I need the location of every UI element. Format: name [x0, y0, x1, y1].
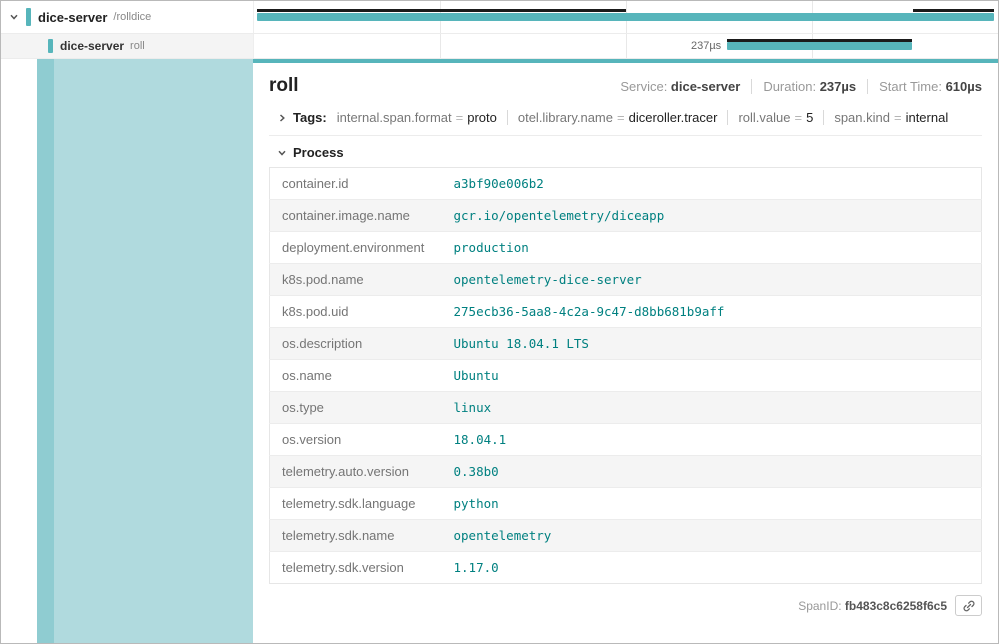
- span-overview: Service: dice-server Duration: 237µs Start…: [620, 79, 982, 94]
- process-key: os.version: [270, 424, 442, 456]
- span-id-label: SpanID:: [798, 599, 841, 613]
- process-row[interactable]: container.image.namegcr.io/opentelemetry…: [270, 200, 982, 232]
- process-label: Process: [293, 145, 344, 160]
- process-value: 0.38b0: [442, 456, 982, 488]
- link-icon: [962, 599, 976, 613]
- process-value: gcr.io/opentelemetry/diceapp: [442, 200, 982, 232]
- process-row[interactable]: deployment.environmentproduction: [270, 232, 982, 264]
- process-value: opentelemetry-dice-server: [442, 264, 982, 296]
- span-id-value: fb483c8c6258f6c5: [845, 599, 947, 613]
- span-duration-label: 237µs: [691, 40, 727, 52]
- process-key: telemetry.sdk.language: [270, 488, 442, 520]
- tag-item: otel.library.name=diceroller.tracer: [507, 110, 718, 125]
- process-value: production: [442, 232, 982, 264]
- span-detail-panel: roll Service: dice-server Duration: 237µs…: [253, 59, 998, 643]
- process-key: deployment.environment: [270, 232, 442, 264]
- deep-link-button[interactable]: [955, 595, 982, 616]
- process-row[interactable]: os.typelinux: [270, 392, 982, 424]
- span-tree-cell-roll[interactable]: dice-server roll: [1, 34, 253, 58]
- span-bar[interactable]: [257, 13, 994, 21]
- tags-summary: internal.span.format=proto otel.library.n…: [337, 110, 949, 125]
- service-name: dice-server: [60, 39, 124, 53]
- process-row[interactable]: k8s.pod.uid275ecb36-5aa8-4c2a-9c47-d8bb6…: [270, 296, 982, 328]
- timeline-gridline: [440, 34, 441, 58]
- critical-path-segment: [913, 9, 994, 12]
- process-key: telemetry.sdk.name: [270, 520, 442, 552]
- timeline-row-roll[interactable]: 237µs: [253, 34, 998, 58]
- tag-item: internal.span.format=proto: [337, 110, 497, 125]
- span-accent-strip: [37, 59, 54, 643]
- operation-name: /rolldice: [113, 11, 151, 23]
- span-detail-indent: [1, 59, 253, 643]
- process-value: 275ecb36-5aa8-4c2a-9c47-d8bb681b9aff: [442, 296, 982, 328]
- timeline-gridline: [626, 34, 627, 58]
- critical-path-segment: [727, 39, 912, 42]
- overview-item: Service: dice-server: [620, 79, 740, 94]
- process-key: os.name: [270, 360, 442, 392]
- trace-timeline-view: dice-server /rolldice dice-server roll 2…: [0, 0, 999, 644]
- process-row[interactable]: os.nameUbuntu: [270, 360, 982, 392]
- timeline-row-rolldice[interactable]: [253, 1, 998, 33]
- span-detail-header: roll Service: dice-server Duration: 237µs…: [269, 75, 982, 97]
- span-title: roll: [269, 75, 299, 97]
- process-row[interactable]: container.ida3bf90e006b2: [270, 168, 982, 200]
- process-key: os.type: [270, 392, 442, 424]
- process-row[interactable]: telemetry.auto.version0.38b0: [270, 456, 982, 488]
- service-name: dice-server: [38, 10, 107, 25]
- operation-name: roll: [130, 40, 145, 52]
- tag-item: span.kind=internal: [823, 110, 948, 125]
- span-color-strip: [26, 8, 31, 26]
- process-value: 18.04.1: [442, 424, 982, 456]
- process-key: k8s.pod.uid: [270, 296, 442, 328]
- process-key: telemetry.auto.version: [270, 456, 442, 488]
- process-value: Ubuntu 18.04.1 LTS: [442, 328, 982, 360]
- process-value: 1.17.0: [442, 552, 982, 584]
- process-row[interactable]: telemetry.sdk.version1.17.0: [270, 552, 982, 584]
- tags-label: Tags:: [293, 110, 327, 125]
- chevron-right-icon: [277, 113, 287, 123]
- span-bar[interactable]: [727, 42, 912, 50]
- critical-path-segment: [257, 9, 626, 12]
- overview-item: Duration: 237µs: [751, 79, 856, 94]
- process-key: telemetry.sdk.version: [270, 552, 442, 584]
- span-tree-cell-rolldice[interactable]: dice-server /rolldice: [1, 1, 253, 33]
- process-key: os.description: [270, 328, 442, 360]
- process-value: python: [442, 488, 982, 520]
- process-table: container.ida3bf90e006b2container.image.…: [269, 167, 982, 584]
- process-value: opentelemetry: [442, 520, 982, 552]
- span-color-strip: [48, 39, 53, 53]
- span-row-rolldice[interactable]: dice-server /rolldice: [1, 1, 998, 34]
- overview-item: Start Time: 610µs: [867, 79, 982, 94]
- process-value: Ubuntu: [442, 360, 982, 392]
- process-row[interactable]: telemetry.sdk.languagepython: [270, 488, 982, 520]
- tag-item: roll.value=5: [727, 110, 813, 125]
- chevron-down-icon[interactable]: [9, 12, 19, 22]
- process-row[interactable]: k8s.pod.nameopentelemetry-dice-server: [270, 264, 982, 296]
- span-accent-block: [54, 59, 253, 643]
- span-row-roll[interactable]: dice-server roll 237µs: [1, 34, 998, 59]
- process-row[interactable]: os.descriptionUbuntu 18.04.1 LTS: [270, 328, 982, 360]
- span-detail-footer: SpanID: fb483c8c6258f6c5: [269, 595, 982, 616]
- process-value: a3bf90e006b2: [442, 168, 982, 200]
- chevron-down-icon: [277, 148, 287, 158]
- span-detail-row: roll Service: dice-server Duration: 237µs…: [1, 59, 998, 643]
- process-key: container.id: [270, 168, 442, 200]
- process-row[interactable]: telemetry.sdk.nameopentelemetry: [270, 520, 982, 552]
- process-row[interactable]: os.version18.04.1: [270, 424, 982, 456]
- process-key: k8s.pod.name: [270, 264, 442, 296]
- tags-accordion[interactable]: Tags: internal.span.format=proto otel.lib…: [269, 105, 982, 136]
- process-value: linux: [442, 392, 982, 424]
- span-id: SpanID: fb483c8c6258f6c5: [798, 599, 947, 613]
- process-key: container.image.name: [270, 200, 442, 232]
- process-accordion[interactable]: Process: [269, 145, 982, 160]
